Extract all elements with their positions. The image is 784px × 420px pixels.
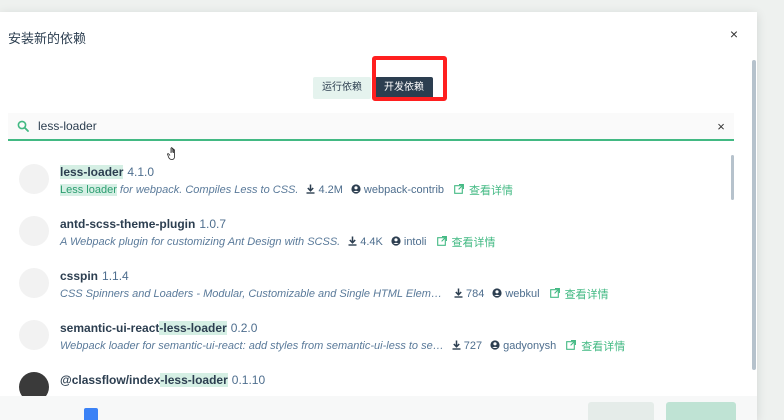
view-details-link[interactable]: 查看详情: [454, 182, 513, 198]
dependency-type-tabs: 运行依赖 开发依赖: [313, 77, 433, 99]
package-downloads: 784: [454, 288, 484, 301]
footer-install-button[interactable]: [666, 402, 736, 420]
package-name-segment: less-loader: [60, 165, 124, 179]
external-link-icon: [566, 339, 581, 353]
package-search-bar: ×: [8, 113, 734, 141]
footer-cancel-button[interactable]: [588, 402, 654, 420]
package-downloads: 727: [452, 340, 482, 353]
tab-dev-dependency[interactable]: 开发依赖: [375, 77, 433, 99]
package-list-item[interactable]: semantic-ui-react-less-loader 0.2.0 Webpac…: [0, 313, 740, 365]
package-name-segment: csspin: [60, 269, 99, 283]
dialog-close-button[interactable]: ×: [726, 26, 742, 42]
view-details-label: 查看详情: [564, 289, 609, 301]
user-icon: [391, 235, 404, 249]
package-list-item[interactable]: csspin 1.1.4 CSS Spinners and Loaders - Mo…: [0, 261, 740, 313]
package-name-segment: semantic-ui-react: [60, 321, 160, 335]
search-clear-button[interactable]: ×: [708, 119, 734, 134]
package-version: 4.1.0: [127, 165, 155, 179]
results-scrollbar[interactable]: [731, 155, 734, 200]
user-icon: [490, 339, 503, 353]
footer-checkbox[interactable]: [84, 408, 98, 420]
download-count: 4.2M: [318, 184, 343, 196]
package-version: 0.2.0: [230, 321, 258, 335]
download-icon: [348, 236, 360, 249]
package-name-segment: -less-loader: [160, 373, 228, 387]
download-count: 727: [463, 340, 483, 352]
view-details-link[interactable]: 查看详情: [566, 338, 625, 354]
view-details-label: 查看详情: [451, 237, 496, 249]
download-icon: [306, 184, 318, 197]
package-avatar: [19, 268, 49, 298]
package-version: 0.1.10: [231, 373, 266, 387]
package-meta-line: CSS Spinners and Loaders - Modular, Cust…: [60, 286, 740, 302]
author-name: intoli: [403, 236, 427, 248]
package-description: Less loader for webpack. Compiles Less t…: [60, 184, 298, 196]
dialog-title: 安装新的依赖: [8, 31, 87, 46]
package-downloads: 4.2M: [306, 184, 343, 197]
package-author[interactable]: webpack-contrib: [351, 183, 445, 197]
package-name-segment: @classflow/index: [60, 373, 161, 387]
dialog-scrollbar[interactable]: [752, 60, 756, 370]
package-author[interactable]: intoli: [391, 235, 427, 249]
package-list-item[interactable]: antd-scss-theme-plugin 1.0.7 A Webpack plu…: [0, 209, 740, 261]
view-details-link[interactable]: 查看详情: [436, 234, 496, 250]
description-segment: CSS Spinners and Loaders - Modular, Cust…: [60, 288, 446, 300]
description-segment: Webpack loader for semantic-ui-react: ad…: [60, 340, 444, 352]
description-segment: for webpack. Compiles Less to CSS.: [116, 184, 299, 196]
description-segment: A Webpack plugin for customizing Ant Des…: [60, 236, 341, 248]
download-count: 784: [466, 288, 485, 300]
external-link-icon: [436, 235, 452, 249]
package-name-segment: antd-scss-theme-plugin: [60, 217, 196, 231]
author-name: webkul: [505, 288, 540, 300]
install-dependency-dialog: 安装新的依赖 × 运行依赖 开发依赖 × less-loader4.1.0 Les…: [0, 12, 757, 420]
package-list-item[interactable]: less-loader 4.1.0 Less loader for webpack.…: [0, 157, 740, 209]
user-icon: [492, 287, 505, 301]
package-avatar: [19, 164, 49, 194]
package-search-input[interactable]: [38, 113, 708, 139]
package-downloads: 4.4K: [348, 236, 383, 249]
view-details-label: 查看详情: [469, 185, 514, 197]
package-avatar: [19, 372, 49, 397]
view-details-label: 查看详情: [581, 341, 626, 353]
package-meta-line: Webpack loader for semantic-ui-react: ad…: [60, 338, 740, 354]
package-title-line: csspin 1.1.4: [60, 261, 740, 283]
author-name: gadyonysh: [503, 340, 557, 352]
package-name-segment: -less-loader: [159, 321, 227, 335]
external-link-icon: [454, 183, 469, 197]
package-title-line: semantic-ui-react-less-loader 0.2.0: [60, 313, 740, 335]
package-results-list: less-loader 4.1.0 Less loader for webpack.…: [0, 157, 740, 397]
dialog-footer: [0, 396, 757, 420]
package-meta-line: A Webpack plugin for customizing Ant Des…: [60, 234, 740, 250]
package-title-line: @classflow/index-less-loader 0.1.10: [60, 365, 740, 387]
package-author[interactable]: webkul: [492, 287, 540, 301]
external-link-icon: [549, 287, 565, 301]
description-segment: Less loader: [60, 184, 117, 196]
package-meta-line: Less loader for webpack. Compiles Less t…: [60, 182, 740, 198]
download-icon: [452, 340, 464, 353]
mouse-cursor-icon: [167, 147, 175, 160]
download-count: 4.4K: [360, 236, 383, 248]
tab-runtime-dependency[interactable]: 运行依赖: [313, 77, 371, 99]
package-avatar: [19, 320, 49, 350]
package-version: 1.1.4: [102, 269, 129, 283]
author-name: webpack-contrib: [363, 184, 445, 196]
package-description: A Webpack plugin for customizing Ant Des…: [60, 236, 340, 248]
package-list-item[interactable]: @classflow/index-less-loader 0.1.10: [0, 365, 740, 397]
package-title-line: less-loader 4.1.0: [60, 157, 740, 179]
package-avatar: [19, 216, 49, 246]
search-icon: [8, 112, 38, 140]
view-details-link[interactable]: 查看详情: [549, 286, 609, 302]
package-version: 1.0.7: [199, 217, 227, 231]
package-title-line: antd-scss-theme-plugin 1.0.7: [60, 209, 740, 231]
package-author[interactable]: gadyonysh: [490, 339, 557, 353]
download-icon: [454, 288, 466, 301]
user-icon: [351, 183, 364, 197]
package-description: Webpack loader for semantic-ui-react: ad…: [60, 340, 444, 352]
package-description: CSS Spinners and Loaders - Modular, Cust…: [60, 288, 446, 300]
